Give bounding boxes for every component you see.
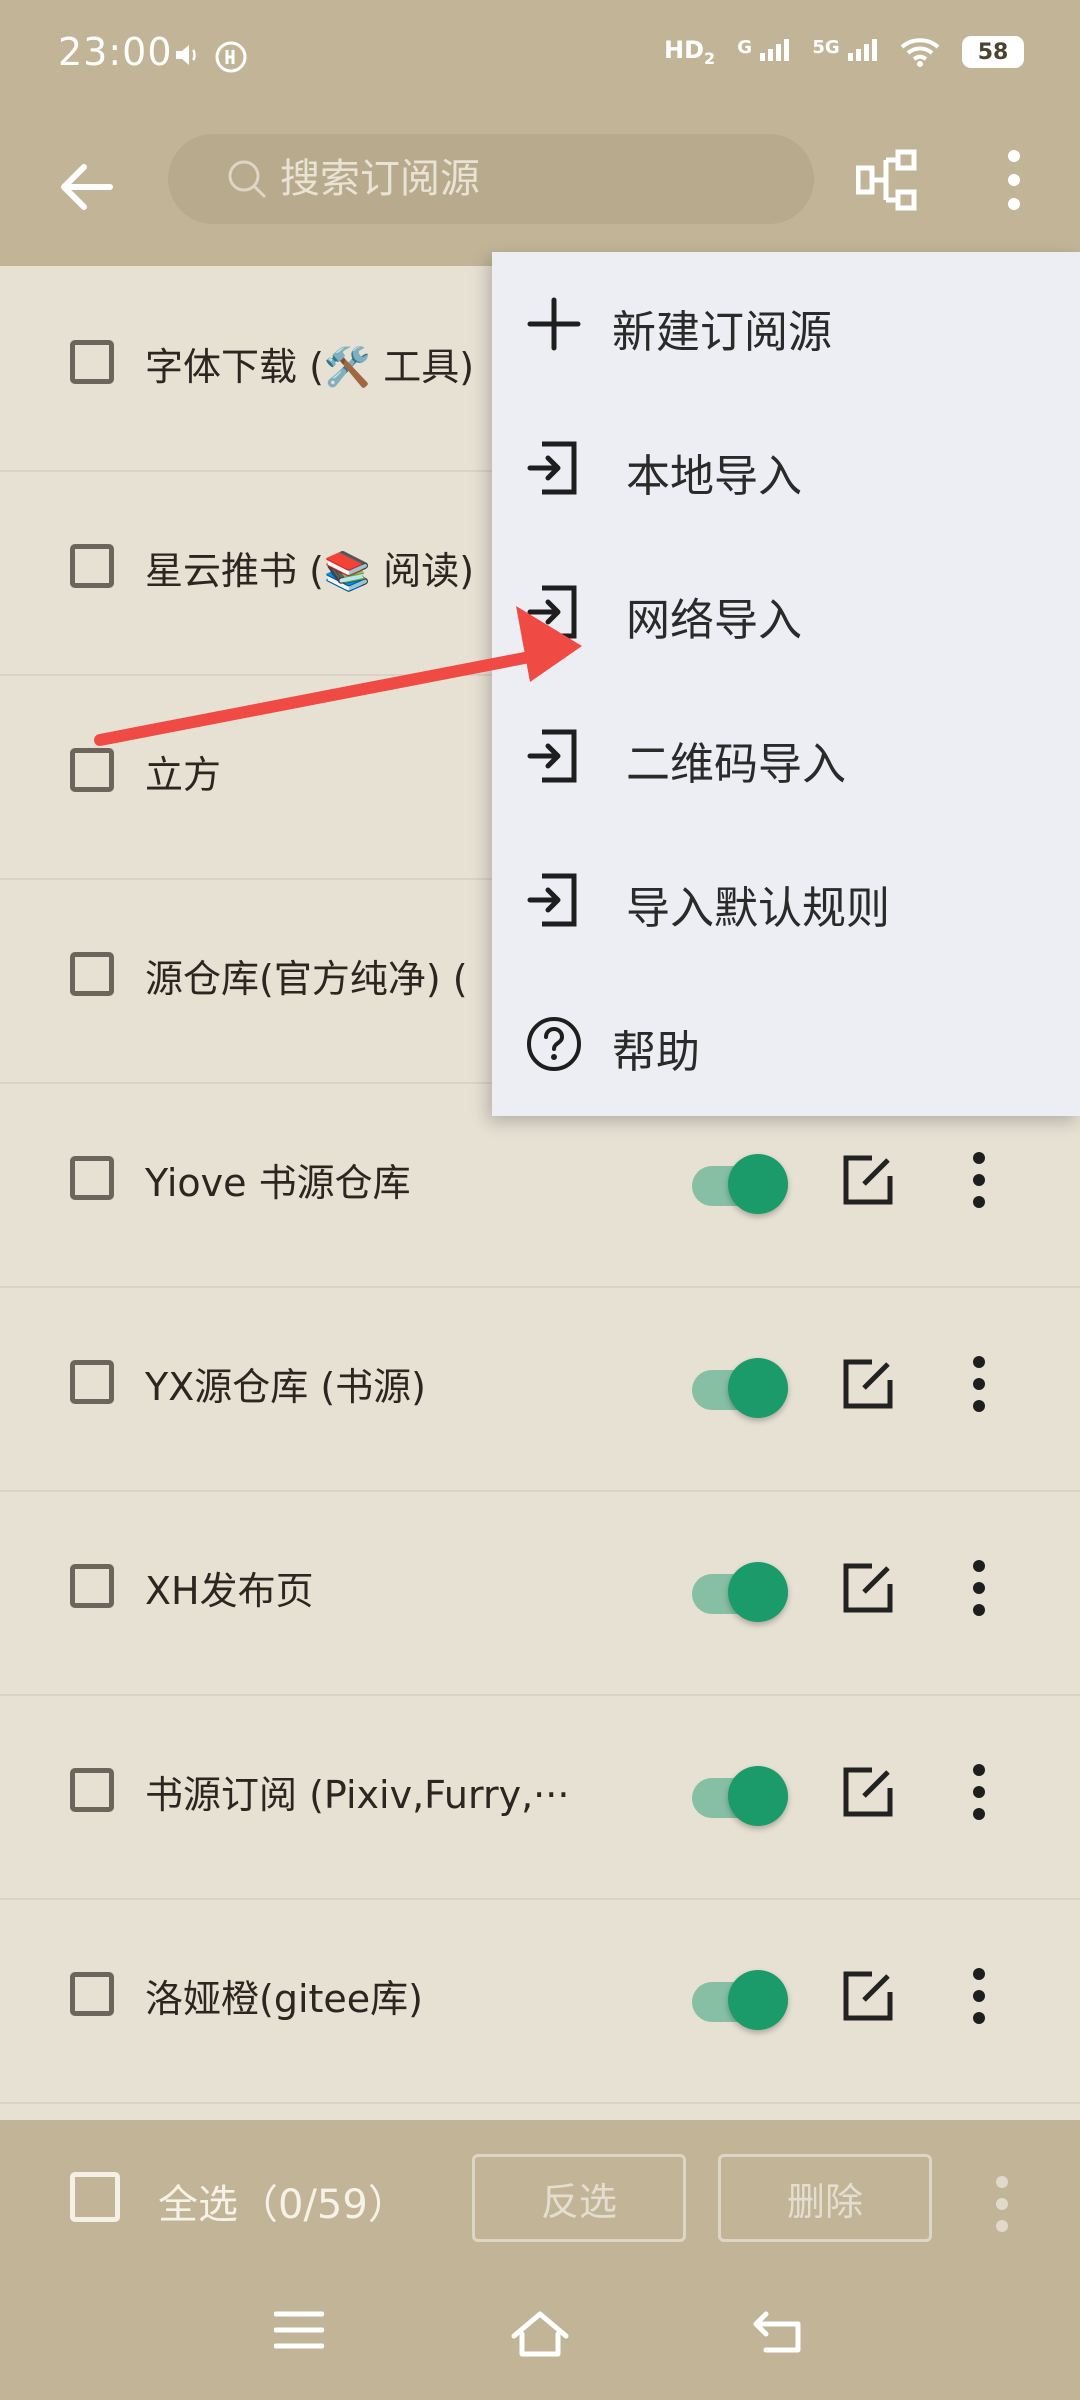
hd-sub: 2 xyxy=(704,48,716,68)
volume-icon xyxy=(176,45,196,65)
menu-item-label: 二维码导入 xyxy=(626,739,846,790)
item-label: XH发布页 xyxy=(145,1569,314,1613)
more-vert-icon[interactable] xyxy=(966,1354,992,1414)
toggle-knob xyxy=(728,1970,788,2030)
app-notification-icon xyxy=(215,41,247,73)
menu-item-label: 帮助 xyxy=(612,1027,700,1078)
system-nav-bar xyxy=(0,2286,1080,2400)
menu-item-label: 网络导入 xyxy=(626,595,802,646)
bottom-action-bar: 全选（0/59） 反选 删除 xyxy=(0,2120,1080,2400)
list-item[interactable]: YX源仓库 (书源) xyxy=(0,1286,1080,1492)
signal-2: 5G xyxy=(812,37,878,67)
enable-toggle[interactable] xyxy=(692,1762,792,1826)
home-icon[interactable] xyxy=(510,2308,570,2358)
status-bar: 23:00 HD2 G 5G 58 xyxy=(0,0,1080,118)
list-item[interactable]: XH发布页 xyxy=(0,1490,1080,1696)
edit-icon[interactable] xyxy=(842,1154,894,1206)
help-icon xyxy=(527,1017,581,1071)
enable-toggle[interactable] xyxy=(692,1354,792,1418)
item-checkbox[interactable] xyxy=(70,1768,114,1812)
invert-selection-button[interactable]: 反选 xyxy=(472,2154,686,2242)
import-icon xyxy=(527,873,577,927)
item-checkbox[interactable] xyxy=(70,1972,114,2016)
group-tree-icon[interactable] xyxy=(856,148,920,212)
app-bar xyxy=(0,118,1080,266)
item-checkbox[interactable] xyxy=(70,952,114,996)
more-vert-icon[interactable] xyxy=(966,1150,992,1210)
toggle-knob xyxy=(728,1154,788,1214)
list-item[interactable]: 书源订阅 (Pixiv,Furry,··· xyxy=(0,1694,1080,1900)
item-label: 星云推书 (📚 阅读) xyxy=(145,549,475,593)
signal-bars-icon xyxy=(848,39,877,61)
signal-2-label: 5G xyxy=(812,37,840,58)
edit-icon[interactable] xyxy=(842,1766,894,1818)
item-checkbox[interactable] xyxy=(70,544,114,588)
enable-toggle[interactable] xyxy=(692,1150,792,1214)
edit-icon[interactable] xyxy=(842,1970,894,2022)
hd-indicator: HD2 xyxy=(664,36,715,68)
more-vert-icon[interactable] xyxy=(994,148,1034,212)
import-icon xyxy=(527,729,577,783)
item-checkbox[interactable] xyxy=(70,748,114,792)
item-label: Yiove 书源仓库 xyxy=(145,1161,411,1205)
search-box[interactable] xyxy=(168,134,814,224)
select-all-label[interactable]: 全选（0/59） xyxy=(158,2172,408,2230)
delete-button[interactable]: 删除 xyxy=(718,2154,932,2242)
signal-1-label: G xyxy=(737,37,752,58)
signal-1: G xyxy=(737,37,790,67)
menu-item-new-source[interactable]: 新建订阅源 xyxy=(492,252,1080,396)
toggle-knob xyxy=(728,1358,788,1418)
item-label: YX源仓库 (书源) xyxy=(145,1365,426,1409)
edit-icon[interactable] xyxy=(842,1562,894,1614)
menu-item-local-import[interactable]: 本地导入 xyxy=(492,396,1080,540)
menu-item-help[interactable]: 帮助 xyxy=(492,972,1080,1116)
item-checkbox[interactable] xyxy=(70,1156,114,1200)
search-input[interactable] xyxy=(278,155,802,203)
item-label: 立方 xyxy=(145,753,222,797)
hd-label: HD xyxy=(664,36,705,65)
import-icon xyxy=(527,585,577,639)
menu-item-label: 新建订阅源 xyxy=(612,307,832,358)
overflow-menu: 新建订阅源 本地导入 网络导入 二维码导入 导入默认规则 帮助 xyxy=(492,252,1080,1116)
menu-icon[interactable] xyxy=(274,2308,324,2352)
menu-item-label: 导入默认规则 xyxy=(626,883,890,934)
menu-item-default-rules[interactable]: 导入默认规则 xyxy=(492,828,1080,972)
back-arrow-icon[interactable] xyxy=(52,152,122,222)
item-label: 字体下载 (🛠️ 工具) xyxy=(145,345,475,389)
plus-icon xyxy=(527,297,581,351)
more-vert-icon[interactable] xyxy=(966,1762,992,1822)
signal-bars-icon xyxy=(760,39,790,61)
back-nav-icon[interactable] xyxy=(752,2308,808,2356)
menu-item-label: 本地导入 xyxy=(626,451,802,502)
select-all-checkbox[interactable] xyxy=(70,2172,120,2222)
item-label: 源仓库(官方纯净) ( xyxy=(145,957,468,1001)
import-icon xyxy=(527,441,577,495)
item-checkbox[interactable] xyxy=(70,1564,114,1608)
item-label: 洛娅橙(gitee库) xyxy=(145,1977,423,2021)
edit-icon[interactable] xyxy=(842,1358,894,1410)
more-vert-icon[interactable] xyxy=(966,1966,992,2026)
more-vert-icon[interactable] xyxy=(990,2174,1014,2234)
wifi-icon xyxy=(900,38,940,67)
item-label: 书源订阅 (Pixiv,Furry,··· xyxy=(145,1773,570,1817)
status-time: 23:00 xyxy=(58,30,173,74)
enable-toggle[interactable] xyxy=(692,1966,792,2030)
menu-item-network-import[interactable]: 网络导入 xyxy=(492,540,1080,684)
toggle-knob xyxy=(728,1766,788,1826)
menu-item-qrcode-import[interactable]: 二维码导入 xyxy=(492,684,1080,828)
toggle-knob xyxy=(728,1562,788,1622)
battery-indicator: 58 xyxy=(962,36,1024,68)
list-item[interactable]: 洛娅橙(gitee库) xyxy=(0,1898,1080,2104)
status-indicators: HD2 G 5G 58 xyxy=(664,36,1024,68)
item-checkbox[interactable] xyxy=(70,1360,114,1404)
item-checkbox[interactable] xyxy=(70,340,114,384)
more-vert-icon[interactable] xyxy=(966,1558,992,1618)
enable-toggle[interactable] xyxy=(692,1558,792,1622)
search-icon xyxy=(228,160,266,198)
